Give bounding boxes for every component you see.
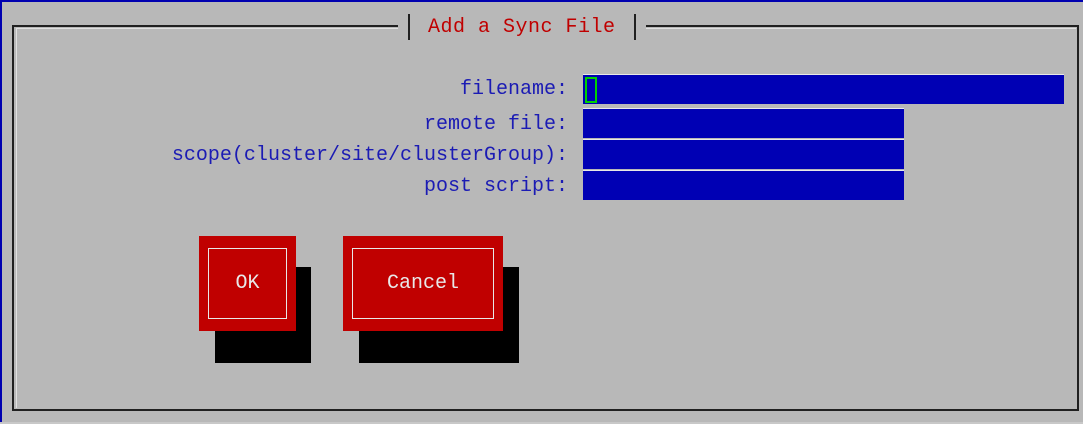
window-left-edge <box>0 0 2 424</box>
ok-button-label: OK <box>208 248 287 319</box>
scope-field[interactable] <box>583 139 904 169</box>
post-script-field[interactable] <box>583 170 904 200</box>
remote-file-label: remote file: <box>423 113 568 136</box>
filename-field[interactable] <box>583 74 1064 104</box>
cancel-button[interactable]: Cancel <box>343 236 503 331</box>
cancel-button-label: Cancel <box>352 248 494 319</box>
post-script-label: post script: <box>423 175 568 198</box>
title-right-tick <box>633 14 636 40</box>
ok-button[interactable]: OK <box>199 236 296 331</box>
window-top-edge <box>0 0 1083 2</box>
dialog-title-bar: Add a Sync File <box>398 14 646 40</box>
remote-file-field[interactable] <box>583 108 904 138</box>
dialog-title: Add a Sync File <box>428 15 616 39</box>
text-cursor <box>585 77 597 103</box>
scope-label: scope(cluster/site/clusterGroup): <box>171 144 568 167</box>
filename-label: filename: <box>459 78 568 101</box>
